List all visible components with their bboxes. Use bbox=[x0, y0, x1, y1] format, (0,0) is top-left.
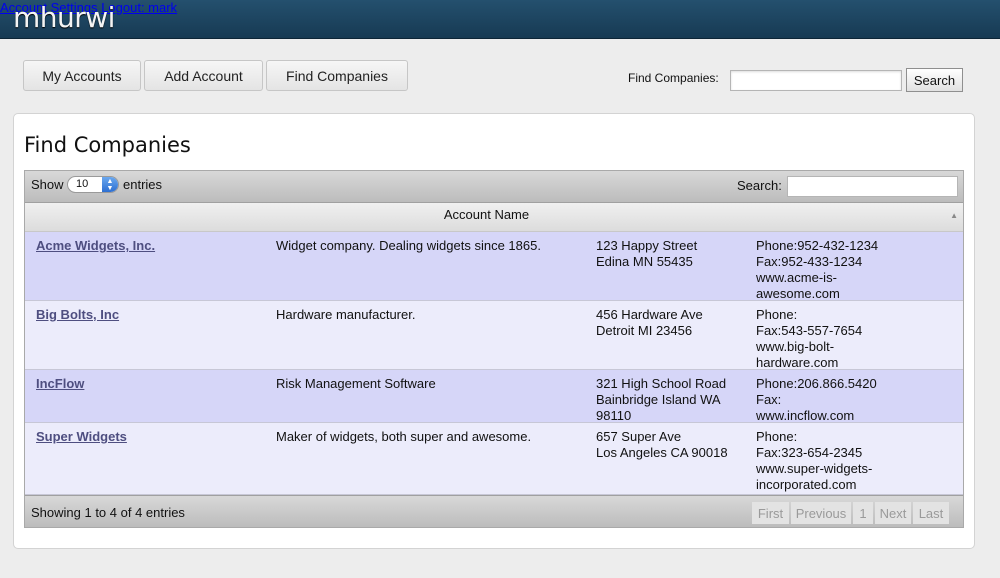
sort-asc-icon: ▲ bbox=[950, 211, 958, 220]
table-search-input[interactable] bbox=[787, 176, 958, 197]
column-header-label: Account Name bbox=[443, 207, 530, 222]
table-row: Acme Widgets, Inc. Widget company. Deali… bbox=[25, 232, 963, 301]
show-label: Show bbox=[31, 177, 64, 192]
page-size-value: 10 bbox=[76, 178, 89, 190]
table-info: Showing 1 to 4 of 4 entries bbox=[31, 505, 185, 520]
company-description: Risk Management Software bbox=[276, 376, 436, 391]
contact-line: hardware.com bbox=[756, 355, 839, 370]
company-contact: Phone: Fax:323-654-2345 www.super-widget… bbox=[756, 429, 896, 493]
contact-line: Phone: bbox=[756, 429, 798, 444]
tab-find-companies[interactable]: Find Companies bbox=[266, 60, 408, 91]
company-address: 321 High School Road Bainbridge Island W… bbox=[596, 376, 746, 424]
address-line: 123 Happy Street bbox=[596, 238, 698, 253]
address-line: 456 Hardware Ave bbox=[596, 307, 703, 322]
company-address: 123 Happy Street Edina MN 55435 bbox=[596, 238, 746, 270]
address-line: 657 Super Ave bbox=[596, 429, 682, 444]
table-row: Big Bolts, Inc Hardware manufacturer. 45… bbox=[25, 301, 963, 370]
contact-line: Phone: bbox=[756, 307, 798, 322]
search-button[interactable]: Search bbox=[906, 68, 963, 92]
contact-line: www.incflow.com bbox=[756, 408, 855, 423]
address-line: Edina MN 55435 bbox=[596, 254, 693, 269]
company-link[interactable]: Super Widgets bbox=[36, 429, 127, 445]
company-description: Maker of widgets, both super and awesome… bbox=[276, 429, 532, 444]
entries-label: entries bbox=[123, 177, 163, 192]
contact-line: www.super-widgets- bbox=[756, 461, 873, 476]
company-link[interactable]: IncFlow bbox=[36, 376, 84, 392]
company-address: 456 Hardware Ave Detroit MI 23456 bbox=[596, 307, 746, 339]
address-line: Bainbridge Island WA bbox=[596, 392, 721, 407]
company-description: Hardware manufacturer. bbox=[276, 307, 416, 322]
contact-line: awesome.com bbox=[756, 286, 840, 301]
find-companies-label: Find Companies: bbox=[628, 71, 719, 85]
address-line: Los Angeles CA 90018 bbox=[596, 445, 728, 460]
companies-table: Show 10 ▲ ▼ entries Search: Account Name … bbox=[24, 170, 964, 528]
app-logo[interactable]: mhurwi bbox=[13, 1, 115, 34]
tab-add-account[interactable]: Add Account bbox=[144, 60, 263, 91]
table-toolbar: Show 10 ▲ ▼ entries Search: bbox=[25, 171, 963, 203]
company-contact: Phone:952-432-1234 Fax:952-433-1234 www.… bbox=[756, 238, 896, 302]
company-link[interactable]: Acme Widgets, Inc. bbox=[36, 238, 155, 254]
contact-line: www.acme-is- bbox=[756, 270, 837, 285]
address-line: 98110 bbox=[596, 408, 632, 423]
top-bar: mhurwi Account Settings Logout: mark bbox=[0, 0, 1000, 39]
pagination-previous[interactable]: Previous bbox=[791, 502, 851, 524]
table-search-label: Search: bbox=[737, 178, 782, 193]
table-row: Super Widgets Maker of widgets, both sup… bbox=[25, 423, 963, 495]
pagination-page-1[interactable]: 1 bbox=[853, 502, 873, 524]
tab-my-accounts[interactable]: My Accounts bbox=[23, 60, 141, 91]
table-footer: Showing 1 to 4 of 4 entries First Previo… bbox=[25, 495, 963, 527]
company-description: Widget company. Dealing widgets since 18… bbox=[276, 238, 541, 253]
column-header-account-name[interactable]: Account Name ▲ bbox=[25, 203, 963, 232]
company-link[interactable]: Big Bolts, Inc bbox=[36, 307, 119, 323]
company-address: 657 Super Ave Los Angeles CA 90018 bbox=[596, 429, 746, 461]
address-line: 321 High School Road bbox=[596, 376, 727, 391]
pagination-first[interactable]: First bbox=[752, 502, 789, 524]
contact-line: www.big-bolt- bbox=[756, 339, 835, 354]
contact-line: incorporated.com bbox=[756, 477, 857, 492]
contact-line: Fax:323-654-2345 bbox=[756, 445, 863, 460]
page-title: Find Companies bbox=[24, 133, 191, 157]
table-row: IncFlow Risk Management Software 321 Hig… bbox=[25, 370, 963, 423]
contact-line: Fax:952-433-1234 bbox=[756, 254, 863, 269]
select-updown-icon: ▲ ▼ bbox=[102, 177, 118, 192]
contact-line: Fax:543-557-7654 bbox=[756, 323, 863, 338]
find-companies-input[interactable] bbox=[730, 70, 902, 91]
address-line: Detroit MI 23456 bbox=[596, 323, 693, 338]
pagination-last[interactable]: Last bbox=[913, 502, 949, 524]
company-contact: Phone:206.866.5420 Fax: www.incflow.com bbox=[756, 376, 896, 424]
contact-line: Phone:206.866.5420 bbox=[756, 376, 877, 391]
page-size-select[interactable]: 10 ▲ ▼ bbox=[67, 176, 119, 193]
contact-line: Phone:952-432-1234 bbox=[756, 238, 879, 253]
company-contact: Phone: Fax:543-557-7654 www.big-bolt- ha… bbox=[756, 307, 896, 371]
contact-line: Fax: bbox=[756, 392, 782, 407]
pagination-next[interactable]: Next bbox=[875, 502, 911, 524]
